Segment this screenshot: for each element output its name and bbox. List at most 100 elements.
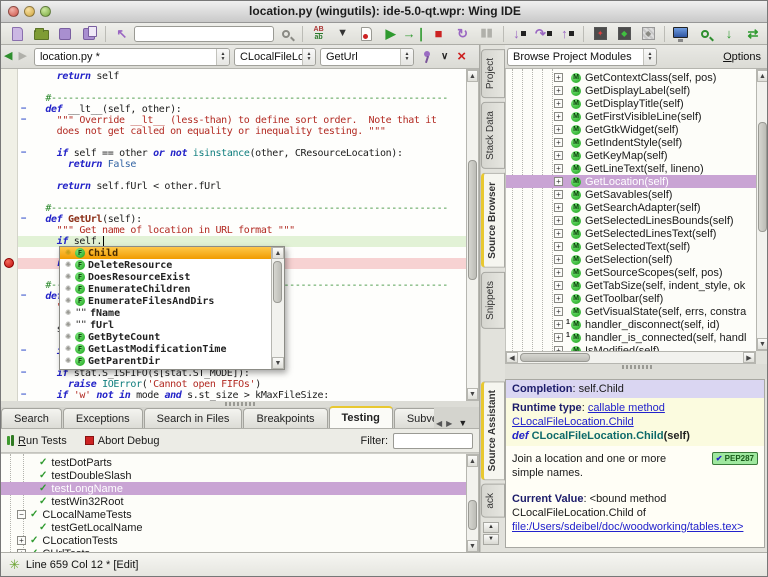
save-as-icon[interactable]	[78, 24, 100, 44]
file-selector[interactable]: location.py *	[34, 48, 230, 66]
expander-icon[interactable]: +	[554, 203, 563, 212]
nav-forward-icon[interactable]: ▶	[18, 51, 26, 62]
open-folder-icon[interactable]	[30, 24, 52, 44]
expander-icon[interactable]: +	[554, 177, 563, 186]
test-tree-scrollbar[interactable]: ▲ ▼	[466, 454, 479, 552]
refresh-icon[interactable]: ⇄	[742, 24, 764, 44]
step-into-icon[interactable]: ↓	[508, 24, 530, 44]
vtab-stack-data[interactable]: Stack Data	[481, 102, 505, 169]
vtab-source-assistant[interactable]: Source Assistant	[481, 381, 505, 480]
expander-icon[interactable]: +	[554, 307, 563, 316]
module-tree-hscrollbar[interactable]: ◀ ▶	[505, 351, 756, 364]
expander-icon[interactable]: +	[17, 536, 26, 545]
scroll-thumb[interactable]	[273, 261, 282, 303]
restart-icon[interactable]: ↻	[452, 24, 474, 44]
scroll-thumb[interactable]	[520, 353, 590, 362]
tab-testing[interactable]: Testing	[329, 406, 393, 428]
module-tree-item[interactable]: +MGetFirstVisibleLine(self)	[506, 110, 756, 123]
module-tree-item[interactable]: +MGetContextClass(self, pos)	[506, 71, 756, 84]
case-toggle-icon[interactable]: ABab	[308, 24, 330, 44]
scroll-right-icon[interactable]: ▶	[743, 352, 755, 363]
scroll-up-icon[interactable]: ▲	[272, 247, 284, 259]
expander-icon[interactable]: +	[554, 229, 563, 238]
editor-scrollbar[interactable]: ▲ ▼	[466, 69, 479, 401]
fold-marker-icon[interactable]: −	[21, 292, 30, 301]
scroll-down-icon[interactable]: ▼	[467, 388, 478, 400]
completion-item[interactable]: ✺""fUrl	[60, 319, 284, 331]
expander-icon[interactable]: +	[554, 73, 563, 82]
vtab-project[interactable]: Project	[481, 49, 505, 98]
expander-icon[interactable]: +	[554, 281, 563, 290]
completion-item[interactable]: ✺""fName	[60, 307, 284, 319]
runtime-class-link[interactable]: CLocalFileLocation.Child	[512, 416, 634, 428]
module-tree-item[interactable]: +MGetSelectedText(self)	[506, 240, 756, 253]
case-toggle-caret-icon[interactable]: ▼	[332, 24, 354, 44]
expander-icon[interactable]: +	[554, 86, 563, 95]
vtab-ack[interactable]: ack	[481, 484, 505, 518]
module-tree-item[interactable]: +M1handler_is_connected(self, handl	[506, 331, 756, 344]
scroll-thumb[interactable]	[468, 500, 477, 530]
module-tree-item[interactable]: +M1handler_disconnect(self, id)	[506, 318, 756, 331]
module-tree-item[interactable]: +MGetToolbar(self)	[506, 292, 756, 305]
expander-icon[interactable]: +	[554, 151, 563, 160]
step-out-icon[interactable]: ↑	[556, 24, 578, 44]
fold-marker-icon[interactable]: −	[21, 215, 30, 224]
expander-icon[interactable]: +	[554, 164, 563, 173]
right-splitter[interactable]	[505, 364, 768, 379]
popup-scrollbar[interactable]: ▲ ▼	[271, 247, 284, 369]
browser-mode-selector[interactable]: Browse Project Modules	[507, 48, 657, 66]
run-icon[interactable]: ▶	[380, 24, 402, 44]
breakpoint-marker-icon[interactable]	[4, 258, 14, 268]
module-tree-item[interactable]: +MGetIndentStyle(self)	[506, 136, 756, 149]
test-tree-item[interactable]: ✓testDoubleSlash	[1, 469, 466, 482]
fold-marker-icon[interactable]: −	[21, 369, 30, 378]
module-tree-item[interactable]: +MGetTabSize(self, indent_style, ok	[506, 279, 756, 292]
tab-search[interactable]: Search	[1, 408, 62, 428]
scroll-up-icon[interactable]: ▲	[757, 70, 768, 82]
module-tree-item[interactable]: +MGetVisualState(self, errs, constra	[506, 305, 756, 318]
test-tree-item[interactable]: ✓testDotParts	[1, 456, 466, 469]
expander-icon[interactable]: +	[554, 125, 563, 134]
fold-marker-icon[interactable]: −	[21, 105, 30, 114]
expander-icon[interactable]: +	[554, 320, 563, 329]
module-tree-item[interactable]: +MGetSearchAdapter(self)	[506, 201, 756, 214]
pin-editor-icon[interactable]	[422, 51, 432, 63]
pause-icon[interactable]: ▮▮	[476, 24, 498, 44]
tab-search-in-files[interactable]: Search in Files	[144, 408, 243, 428]
tabs-menu-icon[interactable]: ▼	[458, 418, 467, 428]
module-tree-item[interactable]: +MGetSelection(self)	[506, 253, 756, 266]
expander-icon[interactable]: +	[554, 216, 563, 225]
search-code-icon[interactable]	[694, 24, 716, 44]
test-tree-item[interactable]: +✓CLocationTests	[1, 534, 466, 547]
vtabs-scroll-up-icon[interactable]: ▲	[483, 522, 499, 533]
breakpoint-disable-icon[interactable]: ◆	[637, 24, 659, 44]
autocomplete-popup[interactable]: ✺FChild✺FDeleteResource✺FDoesResourceExi…	[59, 246, 285, 370]
toolbar-search-input[interactable]	[134, 26, 274, 42]
completion-item[interactable]: ✺FChild	[60, 247, 284, 259]
save-icon[interactable]	[54, 24, 76, 44]
breakpoint-icon[interactable]: ✦	[589, 24, 611, 44]
class-selector[interactable]: CLocalFileLoc	[234, 48, 316, 66]
completion-item[interactable]: ✺FDeleteResource	[60, 259, 284, 271]
filter-input[interactable]	[393, 433, 473, 449]
tab-breakpoints[interactable]: Breakpoints	[243, 408, 327, 428]
editor-menu-chevron-icon[interactable]: ∨	[441, 51, 448, 62]
expander-icon[interactable]: +	[554, 333, 563, 342]
module-tree-item[interactable]: +MGetDisplayLabel(self)	[506, 84, 756, 97]
debug-file-icon[interactable]	[356, 24, 378, 44]
completion-item[interactable]: ✺FGetByteCount	[60, 331, 284, 343]
vtab-snippets[interactable]: Snippets	[481, 272, 505, 329]
module-tree-item[interactable]: +MGetSourceScopes(self, pos)	[506, 266, 756, 279]
module-tree-item[interactable]: +MGetSelectedLinesBounds(self)	[506, 214, 756, 227]
abort-debug-button[interactable]: Abort Debug	[98, 435, 160, 447]
test-tree-item[interactable]: −✓CLocalNameTests	[1, 508, 466, 521]
fold-marker-icon[interactable]: −	[21, 149, 30, 158]
module-tree-item[interactable]: +MGetLineText(self, lineno)	[506, 162, 756, 175]
current-value-link[interactable]: file:/Users/sdeibel/doc/woodworking/tabl…	[512, 521, 743, 533]
breakpoint-enable-icon[interactable]: ◆	[613, 24, 635, 44]
completion-item[interactable]: ✺FEnumerateFilesAndDirs	[60, 295, 284, 307]
expander-icon[interactable]: +	[554, 112, 563, 121]
tabs-scroll-left-icon[interactable]: ◀	[436, 419, 442, 428]
runtime-type-link[interactable]: callable method	[588, 402, 665, 414]
options-menu[interactable]: Options	[723, 51, 761, 63]
